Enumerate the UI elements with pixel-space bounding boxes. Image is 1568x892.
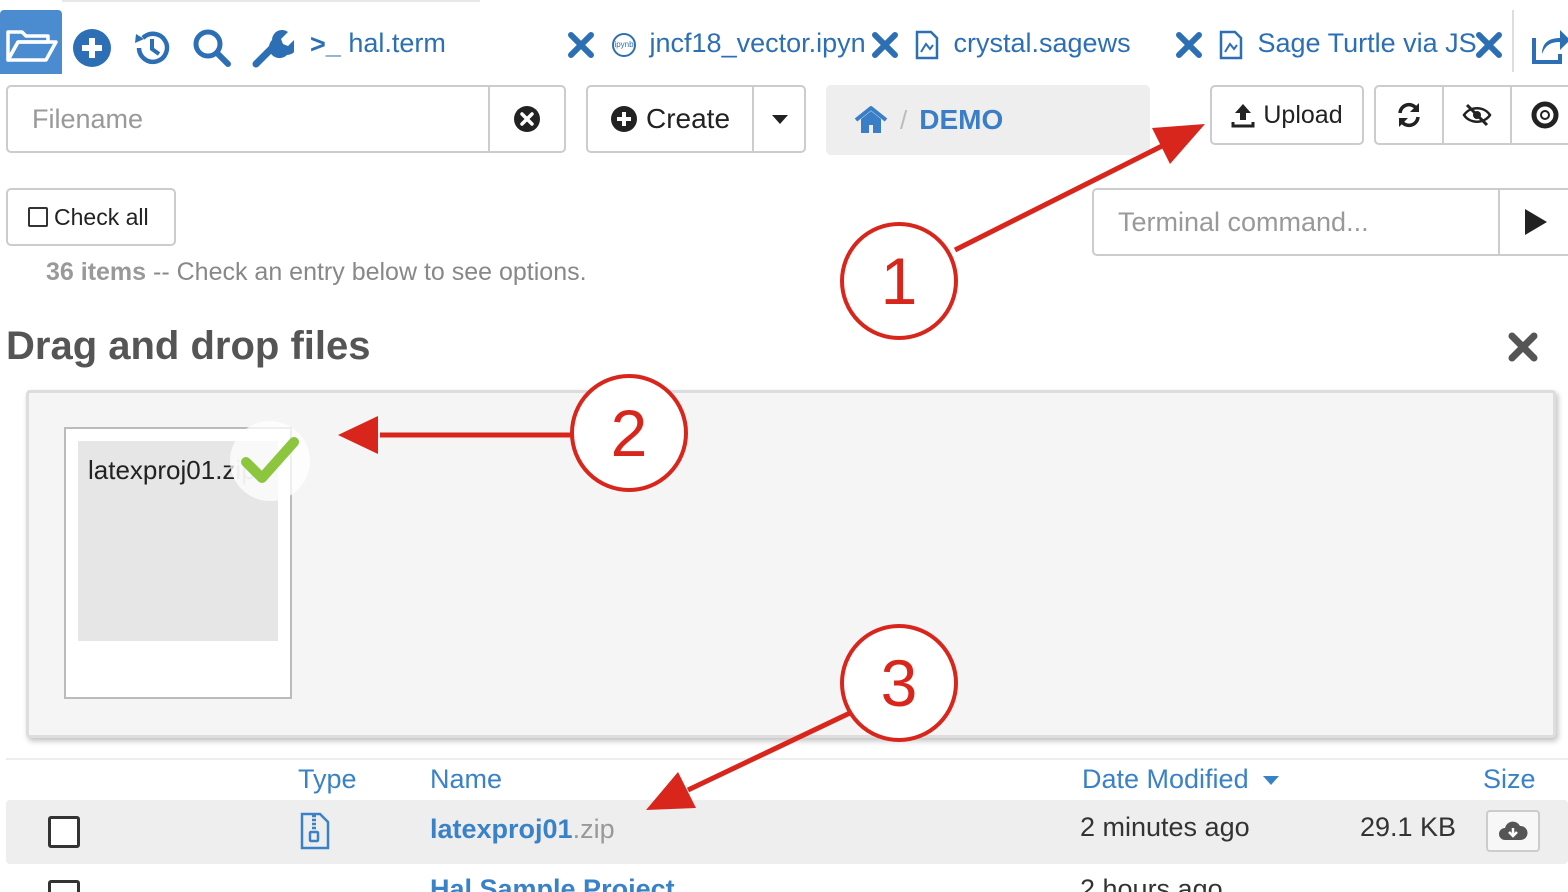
tab-jncf18-vector[interactable]: ipynb jncf18_vector.ipyn <box>612 28 866 68</box>
ipynb-icon: ipynb <box>612 32 636 57</box>
search-icon[interactable] <box>190 26 234 70</box>
breadcrumb-current[interactable]: DEMO <box>919 104 1003 136</box>
listing-actions-group <box>1374 85 1568 145</box>
terminal-command-field <box>1092 188 1568 256</box>
tab-crystal-sagews[interactable]: crystal.sagews <box>914 28 1131 68</box>
create-dropdown-toggle[interactable] <box>756 87 804 151</box>
upload-button[interactable]: Upload <box>1210 85 1364 145</box>
toggle-hidden-button[interactable] <box>1444 87 1510 143</box>
life-ring-icon <box>1531 101 1559 129</box>
check-all-button[interactable]: Check all <box>6 188 176 246</box>
tab-sage-turtle[interactable]: Sage Turtle via JS <box>1218 28 1480 68</box>
play-icon <box>1525 209 1547 235</box>
tab-hal-term[interactable]: >_ hal.term <box>310 28 446 68</box>
folder-open-icon <box>6 30 58 62</box>
close-icon[interactable] <box>870 30 900 60</box>
sagews-file-icon <box>915 30 939 60</box>
upload-success-badge <box>230 421 310 501</box>
create-label: Create <box>645 103 731 134</box>
annotation-callout-3: 3 <box>840 624 958 742</box>
terminal-command-input[interactable] <box>1094 190 1496 254</box>
share-icon[interactable] <box>1530 26 1568 66</box>
tab-divider <box>1512 10 1514 72</box>
row-checkbox[interactable] <box>48 880 80 892</box>
close-icon[interactable] <box>1474 30 1504 60</box>
items-summary: 36 items -- Check an entry below to see … <box>46 258 587 287</box>
breadcrumb-separator: / <box>900 104 908 135</box>
column-header-type[interactable]: Type <box>298 764 357 795</box>
filename-input[interactable] <box>8 87 486 151</box>
history-icon[interactable] <box>130 26 174 70</box>
sagews-file-icon <box>1219 30 1243 60</box>
plus-circle-icon <box>610 106 637 132</box>
files-tab[interactable] <box>0 10 62 74</box>
tab-label: hal.term <box>348 28 446 58</box>
items-count: 36 items <box>46 258 147 286</box>
checkmark-icon <box>241 437 299 483</box>
zip-file-icon <box>300 812 330 850</box>
create-button-group: Create <box>586 85 806 153</box>
tab-bar-top-border <box>62 0 480 2</box>
run-command-button[interactable] <box>1498 190 1568 254</box>
cloud-download-icon <box>1499 821 1528 840</box>
refresh-button[interactable] <box>1376 87 1442 143</box>
column-header-name[interactable]: Name <box>430 764 502 795</box>
download-button[interactable] <box>1486 810 1540 852</box>
row-checkbox[interactable] <box>48 816 80 848</box>
column-header-date-modified[interactable]: Date Modified <box>1082 764 1280 795</box>
annotation-callout-2: 2 <box>570 374 688 492</box>
file-name-link[interactable]: latexproj01.zip <box>430 814 615 845</box>
close-icon[interactable] <box>1174 30 1204 60</box>
uploaded-file-preview: latexproj01.zip <box>64 421 310 699</box>
plus-circle-icon[interactable] <box>70 26 114 70</box>
file-table-header: Type Name Date Modified Size <box>6 758 1568 802</box>
filename-field <box>6 85 566 153</box>
date-modified: 2 hours ago <box>1080 874 1223 892</box>
caret-down-icon <box>1263 775 1280 785</box>
eye-slash-icon <box>1462 103 1492 127</box>
table-row[interactable]: latexproj01.zip 2 minutes ago 29.1 KB <box>6 800 1568 864</box>
upload-label: Upload <box>1263 100 1343 129</box>
dropzone-title: Drag and drop files <box>6 324 371 368</box>
file-name-link[interactable]: Hal Sample Project <box>430 874 675 892</box>
clear-filename-button[interactable] <box>488 87 564 151</box>
tab-label: jncf18_vector.ipyn <box>649 28 866 58</box>
file-size: 29.1 KB <box>1360 812 1457 842</box>
check-all-label: Check all <box>54 203 149 230</box>
annotation-callout-1: 1 <box>840 222 958 340</box>
tab-label: crystal.sagews <box>953 28 1131 58</box>
upload-icon <box>1231 104 1255 128</box>
tab-label: Sage Turtle via JS <box>1257 28 1477 58</box>
clear-circle-icon <box>514 106 540 132</box>
terminal-icon: >_ <box>310 29 341 60</box>
column-header-size[interactable]: Size <box>1483 764 1536 795</box>
date-modified: 2 minutes ago <box>1080 812 1250 842</box>
close-dropzone-icon[interactable] <box>1506 330 1540 364</box>
close-icon[interactable] <box>566 30 596 60</box>
create-button[interactable]: Create <box>588 87 754 151</box>
breadcrumb: / DEMO <box>826 85 1150 155</box>
help-button[interactable] <box>1512 87 1568 143</box>
tab-bar: >_ hal.term ipynb jncf18_vector.ipyn cry… <box>0 0 1568 74</box>
table-row[interactable]: Hal Sample Project 2 hours ago <box>6 872 1568 892</box>
caret-down-icon <box>772 115 788 124</box>
items-hint: -- Check an entry below to see options. <box>146 258 587 286</box>
home-icon[interactable] <box>854 105 888 135</box>
refresh-icon <box>1398 102 1420 128</box>
wrench-icon[interactable] <box>250 26 294 70</box>
checkbox-icon <box>28 207 48 227</box>
